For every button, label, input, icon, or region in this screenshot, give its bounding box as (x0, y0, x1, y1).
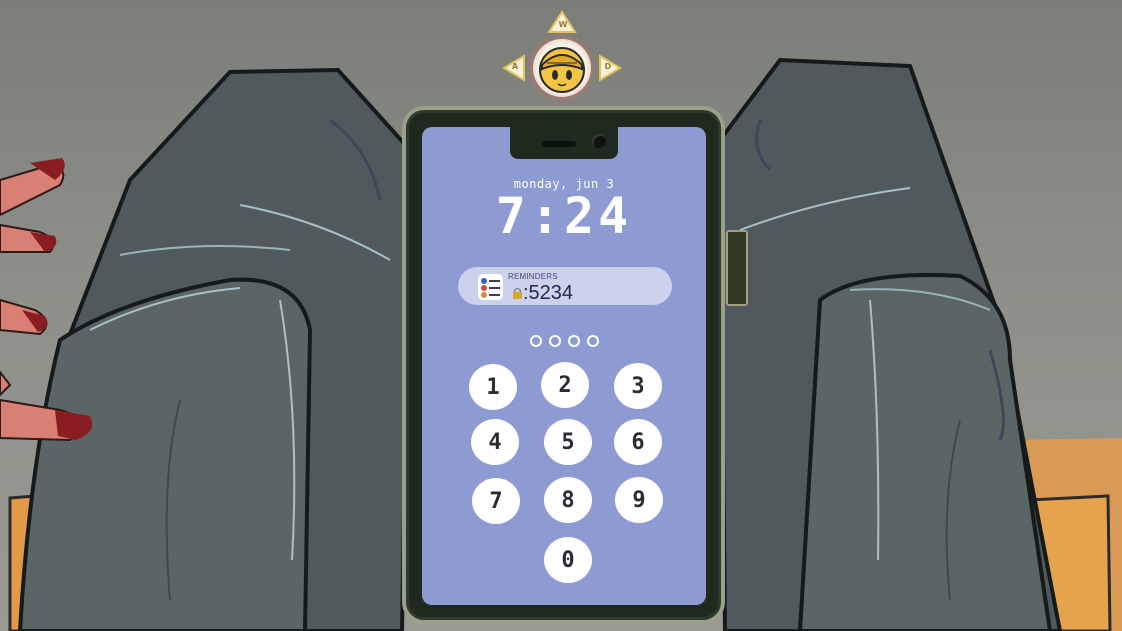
pin-dot (549, 335, 561, 347)
keypad-key-4[interactable]: 4 (471, 419, 519, 465)
keypad-key-6[interactable]: 6 (614, 419, 662, 465)
left-key-label: A (511, 62, 519, 71)
notification-title: REMINDERS (508, 272, 558, 281)
keypad-key-1[interactable]: 1 (469, 364, 517, 410)
phone-side-button[interactable] (726, 230, 748, 306)
pin-indicators (530, 335, 610, 351)
keypad-key-5[interactable]: 5 (544, 419, 592, 465)
keypad-key-0[interactable]: 0 (544, 537, 592, 583)
pin-dot (568, 335, 580, 347)
reminder-notification[interactable]: REMINDERS :5234 (458, 267, 672, 305)
lock-icon (513, 287, 522, 299)
pin-dot (587, 335, 599, 347)
phone-notch (510, 127, 618, 159)
keypad-key-3[interactable]: 3 (614, 363, 662, 409)
up-key-label: W (558, 20, 568, 29)
phone: monday, jun 3 7:24 REMINDERS :5234 1 2 3… (402, 106, 725, 624)
phone-lock-screen: monday, jun 3 7:24 REMINDERS :5234 1 2 3… (422, 127, 706, 605)
direction-hud: W A D (500, 8, 624, 104)
speaker-icon (542, 141, 576, 147)
reminders-list-icon (478, 274, 503, 300)
character-portrait (533, 39, 591, 97)
lock-screen-time: 7:24 (495, 187, 633, 245)
keypad-key-2[interactable]: 2 (541, 362, 589, 408)
beanie-face-icon (539, 47, 585, 93)
keypad-key-8[interactable]: 8 (544, 477, 592, 523)
right-key-label: D (604, 62, 612, 71)
camera-icon (592, 134, 606, 148)
keypad-key-7[interactable]: 7 (472, 478, 520, 524)
pin-dot (530, 335, 542, 347)
game-scene: W A D monday, jun 3 7:24 REMINDERS:5234… (0, 0, 1122, 631)
keypad-key-9[interactable]: 9 (615, 477, 663, 523)
notification-code: :5234 (523, 282, 574, 304)
